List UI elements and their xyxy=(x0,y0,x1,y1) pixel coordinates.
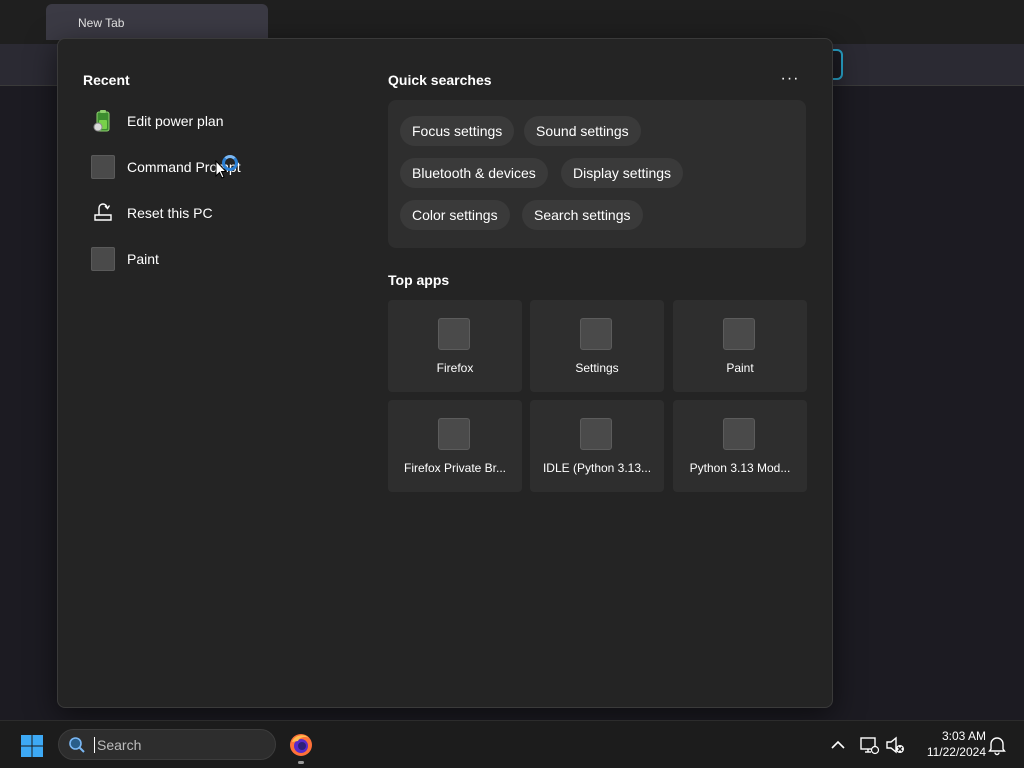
recent-item-reset-this-pc[interactable]: Reset this PC xyxy=(91,190,381,236)
top-app-settings[interactable]: Settings xyxy=(530,300,664,392)
app-placeholder-icon xyxy=(723,318,755,350)
app-placeholder-icon xyxy=(580,318,612,350)
notification-bell-icon[interactable] xyxy=(986,734,1008,756)
taskbar-clock[interactable]: 3:03 AM 11/22/2024 xyxy=(914,728,986,760)
top-app-idle-python[interactable]: IDLE (Python 3.13... xyxy=(530,400,664,492)
top-app-firefox[interactable]: Firefox xyxy=(388,300,522,392)
app-placeholder-icon xyxy=(91,155,115,179)
top-app-label: Settings xyxy=(575,361,619,375)
recent-item-label: Edit power plan xyxy=(127,113,224,129)
taskbar-search-box[interactable] xyxy=(58,729,276,760)
app-placeholder-icon xyxy=(91,247,115,271)
search-input[interactable] xyxy=(95,735,265,754)
recent-item-label: Reset this PC xyxy=(127,205,213,221)
recent-title: Recent xyxy=(83,72,130,88)
running-indicator xyxy=(298,761,304,764)
browser-tab-title: New Tab xyxy=(78,16,125,30)
browser-tab-new-tab[interactable]: New Tab xyxy=(46,4,268,40)
recent-item-label: Paint xyxy=(127,251,159,267)
start-button[interactable] xyxy=(16,731,48,761)
network-icon[interactable] xyxy=(858,734,880,756)
chip-sound-settings[interactable]: Sound settings xyxy=(524,116,641,146)
firefox-icon xyxy=(290,734,312,756)
clock-date: 11/22/2024 xyxy=(926,745,986,759)
recent-item-paint[interactable]: Paint xyxy=(91,236,381,282)
volume-muted-icon[interactable] xyxy=(884,734,906,756)
reset-pc-icon xyxy=(91,201,115,225)
quick-searches-panel: Focus settings Sound settings Bluetooth … xyxy=(388,100,806,248)
top-app-label: Firefox Private Br... xyxy=(403,461,507,475)
windows-logo-icon xyxy=(21,735,43,757)
chevron-up-icon[interactable] xyxy=(828,735,848,755)
mouse-cursor-icon xyxy=(215,160,227,179)
top-app-python-module-docs[interactable]: Python 3.13 Mod... xyxy=(673,400,807,492)
chip-color-settings[interactable]: Color settings xyxy=(400,200,510,230)
top-app-firefox-private[interactable]: Firefox Private Br... xyxy=(388,400,522,492)
search-flyout: Recent Edit power plan Command Prompt Re… xyxy=(57,38,833,708)
recent-item-edit-power-plan[interactable]: Edit power plan xyxy=(91,98,381,144)
top-app-label: IDLE (Python 3.13... xyxy=(542,461,652,475)
app-placeholder-icon xyxy=(438,418,470,450)
top-app-label: Firefox xyxy=(436,361,474,375)
top-app-label: Paint xyxy=(726,361,754,375)
taskbar: 3:03 AM 11/22/2024 xyxy=(0,720,1024,768)
app-placeholder-icon xyxy=(723,418,755,450)
top-app-label: Python 3.13 Mod... xyxy=(689,461,791,475)
search-icon xyxy=(69,736,85,753)
top-app-paint[interactable]: Paint xyxy=(673,300,807,392)
chip-focus-settings[interactable]: Focus settings xyxy=(400,116,515,146)
clock-time: 3:03 AM xyxy=(941,729,986,743)
chip-display-settings[interactable]: Display settings xyxy=(561,158,684,188)
app-placeholder-icon xyxy=(438,318,470,350)
quick-searches-title: Quick searches xyxy=(388,72,492,88)
battery-icon xyxy=(91,109,115,133)
taskbar-firefox-button[interactable] xyxy=(285,729,317,761)
chip-bluetooth-devices[interactable]: Bluetooth & devices xyxy=(400,158,548,188)
app-placeholder-icon xyxy=(580,418,612,450)
chip-search-settings[interactable]: Search settings xyxy=(522,200,643,230)
top-apps-title: Top apps xyxy=(388,272,450,288)
recent-list: Edit power plan Command Prompt Reset thi… xyxy=(91,98,381,282)
more-options-button[interactable]: ··· xyxy=(774,65,806,93)
